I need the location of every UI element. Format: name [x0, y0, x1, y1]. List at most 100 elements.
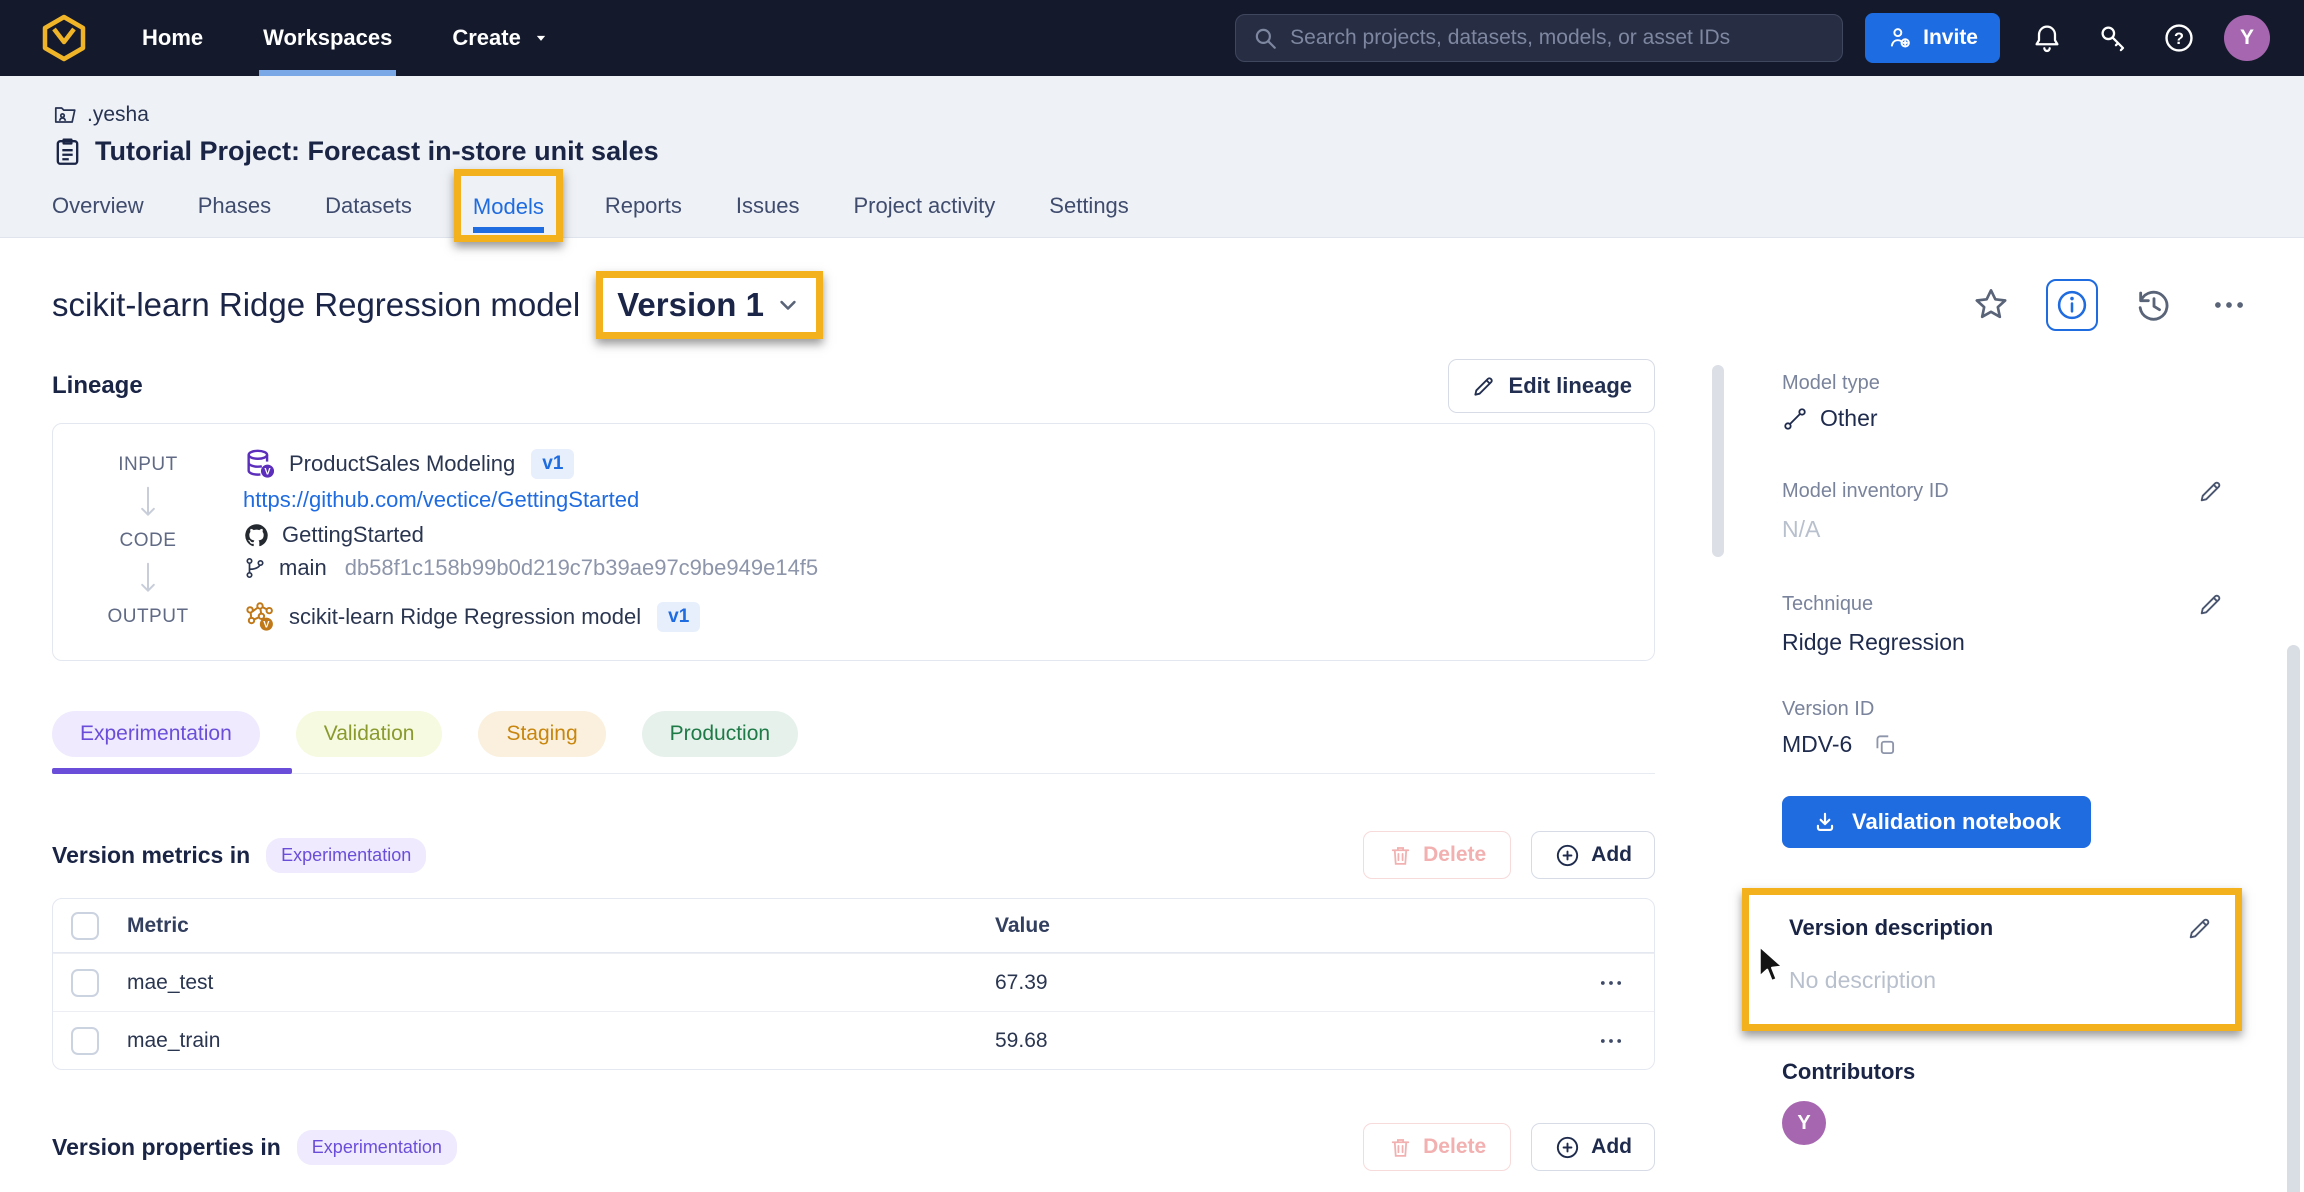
properties-stage-badge: Experimentation: [297, 1130, 457, 1165]
value-column-header: Value: [995, 914, 1594, 938]
tab-phases[interactable]: Phases: [198, 179, 271, 233]
search-input[interactable]: [1290, 26, 1826, 50]
search-icon: [1252, 25, 1278, 51]
active-stage-indicator: [52, 768, 292, 774]
version-description-highlight: Version description No description: [1742, 888, 2242, 1031]
title-actions: [1970, 279, 2250, 331]
content-scrollbar[interactable]: [1712, 365, 1724, 557]
app-window: Home Workspaces Create Invite: [0, 0, 2304, 1192]
model-type-group: Model type Other: [1782, 372, 2244, 432]
star-button[interactable]: [1970, 284, 2012, 326]
code-repo-link[interactable]: https://github.com/vectice/GettingStarte…: [243, 481, 1624, 518]
version-dropdown-highlight: Version 1: [596, 271, 823, 339]
model-name: scikit-learn Ridge Regression model: [52, 286, 580, 324]
stage-tab-validation[interactable]: Validation: [296, 711, 443, 757]
lineage-input-asset[interactable]: V ProductSales Modeling v1: [243, 446, 1624, 481]
workspace-name[interactable]: .yesha: [87, 103, 149, 127]
tab-models[interactable]: Models: [473, 180, 544, 233]
download-icon: [1812, 809, 1838, 835]
bell-icon: [2031, 22, 2063, 54]
lineage-assets: V ProductSales Modeling v1 https://githu…: [243, 446, 1624, 636]
code-branch-row: main db58f1c158b99b0d219c7b39ae97c9be949…: [243, 552, 1624, 585]
dataset-icon: V: [243, 447, 277, 481]
pencil-icon: [2197, 477, 2225, 505]
delete-properties-button[interactable]: Delete: [1363, 1123, 1511, 1171]
add-label: Add: [1591, 843, 1632, 867]
stage-tab-experimentation[interactable]: Experimentation: [52, 711, 260, 757]
top-navbar: Home Workspaces Create Invite: [0, 0, 2304, 76]
edit-lineage-button[interactable]: Edit lineage: [1448, 359, 1655, 413]
add-property-button[interactable]: Add: [1531, 1123, 1655, 1171]
project-title: Tutorial Project: Forecast in-store unit…: [95, 136, 659, 167]
invite-button[interactable]: Invite: [1865, 13, 2000, 63]
tab-settings[interactable]: Settings: [1049, 179, 1129, 233]
api-key-button[interactable]: [2094, 19, 2132, 57]
breadcrumb[interactable]: .yesha: [52, 102, 2304, 128]
add-label: Add: [1591, 1135, 1632, 1159]
version-id-group: Version ID MDV-6: [1782, 698, 2244, 758]
add-metric-button[interactable]: Add: [1531, 831, 1655, 879]
tab-project-activity[interactable]: Project activity: [853, 179, 995, 233]
table-row: mae_test 67.39: [53, 953, 1654, 1011]
more-dots-icon: [1597, 1027, 1625, 1055]
svg-text:?: ?: [2174, 30, 2184, 48]
nav-item-create[interactable]: Create: [450, 0, 552, 76]
key-icon: [2097, 22, 2129, 54]
page-scrollbar[interactable]: [2287, 645, 2300, 1192]
user-avatar[interactable]: Y: [2224, 15, 2270, 61]
metrics-section-header: Version metrics in Experimentation Delet…: [52, 830, 1655, 880]
more-menu-button[interactable]: [2208, 284, 2250, 326]
edit-description-button[interactable]: [2185, 913, 2215, 943]
global-search[interactable]: [1235, 14, 1843, 62]
description-placeholder: No description: [1789, 967, 2215, 994]
properties-title: Version properties in: [52, 1134, 281, 1161]
edit-technique-button[interactable]: [2196, 589, 2226, 619]
commit-hash: db58f1c158b99b0d219c7b39ae97c9be949e14f5: [345, 555, 818, 581]
edit-inventory-button[interactable]: [2196, 476, 2226, 506]
stage-tab-production[interactable]: Production: [642, 711, 798, 757]
arrow-down-icon: [139, 483, 157, 522]
nav-item-workspaces[interactable]: Workspaces: [261, 0, 394, 76]
tab-issues[interactable]: Issues: [736, 179, 800, 233]
vectice-logo-icon[interactable]: [40, 14, 88, 62]
help-button[interactable]: ?: [2160, 19, 2198, 57]
lineage-output-label: OUTPUT: [107, 599, 188, 636]
copy-version-id-button[interactable]: [1872, 732, 1898, 758]
version-id-value: MDV-6: [1782, 731, 2244, 758]
delete-metrics-button[interactable]: Delete: [1363, 831, 1511, 879]
main-content: Lineage Edit lineage INPUT CODE OUTPUT: [52, 355, 1655, 1172]
metrics-title: Version metrics in: [52, 842, 250, 869]
code-repo-row: GettingStarted: [243, 518, 1624, 551]
history-button[interactable]: [2132, 284, 2174, 326]
inventory-value: N/A: [1782, 516, 2244, 543]
input-version-badge[interactable]: v1: [531, 449, 574, 479]
input-asset-name[interactable]: ProductSales Modeling: [289, 451, 515, 477]
validation-notebook-button[interactable]: Validation notebook: [1782, 796, 2091, 848]
row-checkbox[interactable]: [71, 1027, 99, 1055]
lineage-output-asset[interactable]: V scikit-learn Ridge Regression model v1: [243, 597, 1624, 636]
metrics-table: Metric Value mae_test 67.39 mae_train 59…: [52, 898, 1655, 1070]
select-all-checkbox[interactable]: [71, 912, 99, 940]
branch-name: main: [279, 555, 327, 581]
person-plus-icon: [1887, 25, 1913, 51]
lineage-header: Lineage Edit lineage: [52, 355, 1655, 417]
version-dropdown[interactable]: Version 1: [617, 286, 802, 324]
contributors-label: Contributors: [1782, 1059, 2244, 1085]
tab-overview[interactable]: Overview: [52, 179, 144, 233]
output-asset-name[interactable]: scikit-learn Ridge Regression model: [289, 604, 641, 630]
metric-value: 67.39: [995, 971, 1594, 995]
row-menu-button[interactable]: [1594, 969, 1628, 997]
row-checkbox[interactable]: [71, 969, 99, 997]
output-version-badge[interactable]: v1: [657, 602, 700, 632]
nav-item-home[interactable]: Home: [140, 0, 205, 76]
notifications-button[interactable]: [2028, 19, 2066, 57]
contributor-avatar[interactable]: Y: [1782, 1101, 1826, 1145]
info-button[interactable]: [2046, 279, 2098, 331]
git-branch-icon: [243, 556, 267, 580]
repo-name[interactable]: GettingStarted: [282, 522, 424, 548]
stage-tab-staging[interactable]: Staging: [478, 711, 605, 757]
more-dots-icon: [2210, 286, 2248, 324]
tab-datasets[interactable]: Datasets: [325, 179, 412, 233]
row-menu-button[interactable]: [1594, 1027, 1628, 1055]
tab-reports[interactable]: Reports: [605, 179, 682, 233]
